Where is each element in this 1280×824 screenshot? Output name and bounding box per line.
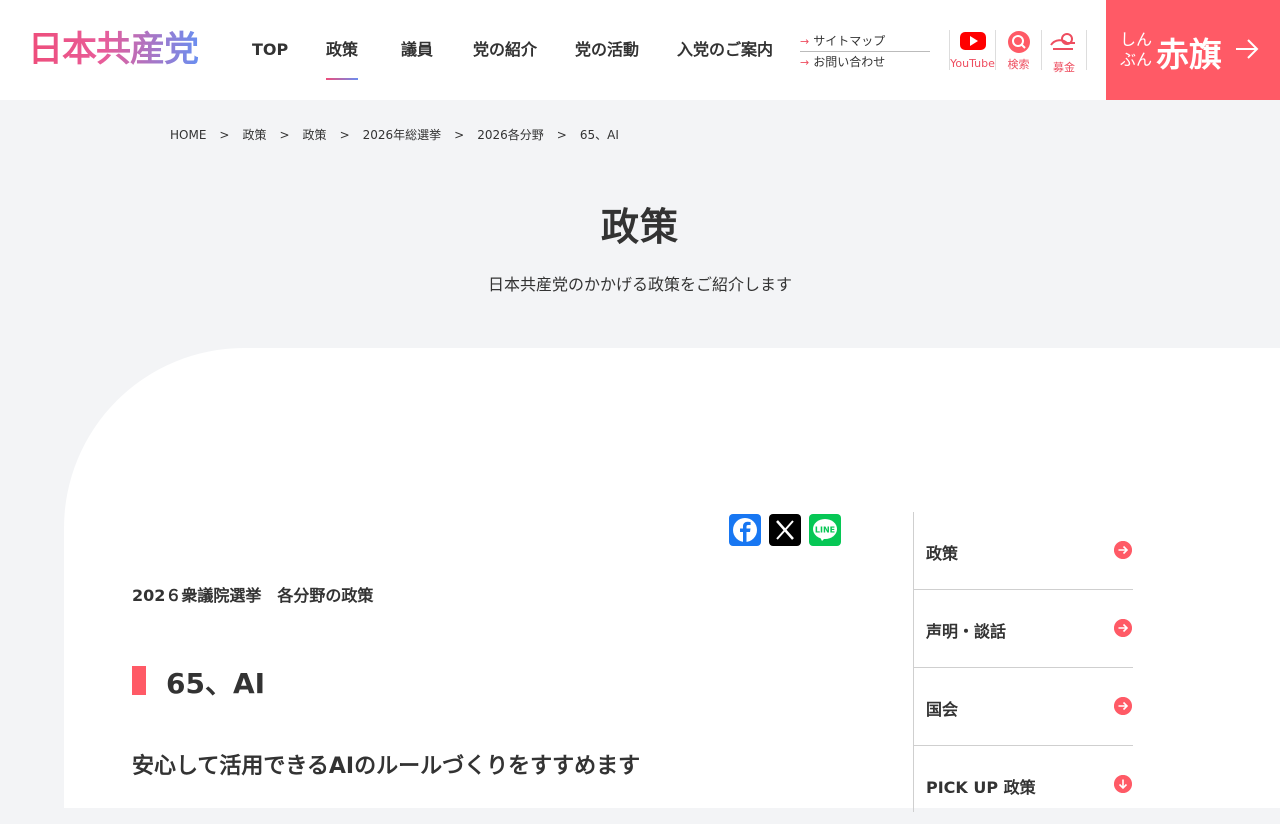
breadcrumb-separator: >: [454, 128, 465, 142]
donation-button[interactable]: 募金: [1041, 30, 1087, 74]
sidebar-item-pickup[interactable]: PICK UP 政策: [914, 746, 1133, 824]
sidebar-item-label: 声明・談話: [926, 622, 1007, 641]
search-button[interactable]: 検索: [995, 30, 1041, 71]
heading-accent-bar: [132, 666, 146, 695]
nav-item-about[interactable]: 党の紹介: [473, 38, 537, 62]
arrow-right-icon: →: [800, 56, 810, 69]
breadcrumb-item[interactable]: 2026各分野: [477, 128, 544, 142]
nav-item-activities[interactable]: 党の活動: [575, 38, 639, 62]
arrow-right-circle-icon: [1114, 697, 1132, 715]
arrow-right-icon: [1236, 39, 1259, 59]
header-sub-links: → サイトマップ → お問い合わせ: [800, 32, 930, 72]
page-title: 政策: [600, 205, 679, 249]
nav-item-join[interactable]: 入党のご案内: [677, 38, 773, 62]
sidebar-item-diet[interactable]: 国会: [914, 668, 1133, 746]
divider: [800, 51, 930, 52]
akahata-big-text: 赤旗: [1156, 35, 1222, 74]
sitemap-link-label: サイトマップ: [813, 34, 886, 48]
sidebar-item-label: 政策: [926, 544, 959, 563]
arrow-down-circle-icon: [1114, 775, 1132, 793]
nav-item-members[interactable]: 議員: [401, 38, 433, 62]
x-share-button[interactable]: [769, 514, 801, 546]
sidebar-item-label: PICK UP 政策: [926, 778, 1036, 797]
line-share-button[interactable]: LINE: [809, 514, 841, 546]
breadcrumb-current: 65、AI: [579, 128, 619, 142]
facebook-share-button[interactable]: [729, 514, 761, 546]
x-icon: [776, 520, 794, 540]
article-intro: 202６衆議院選挙 各分野の政策: [132, 586, 374, 605]
facebook-icon: [733, 518, 757, 542]
arrow-right-circle-icon: [1114, 619, 1132, 637]
breadcrumb-item[interactable]: 政策: [303, 128, 327, 142]
contact-link[interactable]: → お問い合わせ: [800, 53, 930, 72]
youtube-label: YouTube: [950, 57, 995, 70]
sidebar-item-statements[interactable]: 声明・談話: [914, 590, 1133, 668]
akahata-banner[interactable]: しんぶん 赤旗: [1106, 0, 1280, 100]
breadcrumb-separator: >: [279, 128, 290, 142]
nav-item-top[interactable]: TOP: [252, 38, 288, 62]
article-heading: 65、AI: [166, 667, 266, 700]
sidebar-menu: 政策 声明・談話 国会 PICK UP 政策: [913, 512, 1133, 812]
sidebar-item-label: 国会: [926, 700, 959, 719]
breadcrumb-separator: >: [556, 128, 567, 142]
akahata-small-text: しんぶん: [1120, 30, 1153, 69]
arrow-right-icon: →: [800, 35, 810, 48]
site-header: 日本共産党 TOP 政策 議員 党の紹介 党の活動 入党のご案内 → サイトマップ…: [0, 0, 1280, 100]
youtube-icon: [959, 32, 986, 50]
donation-label: 募金: [1053, 61, 1075, 74]
breadcrumb-separator: >: [219, 128, 230, 142]
contact-link-label: お問い合わせ: [813, 55, 886, 69]
youtube-button[interactable]: YouTube: [949, 30, 995, 70]
svg-text:LINE: LINE: [815, 526, 835, 535]
sidebar-item-policy[interactable]: 政策: [914, 512, 1133, 590]
page-subtitle: 日本共産党のかかげる政策をご紹介します: [487, 275, 792, 294]
line-icon: LINE: [813, 519, 837, 541]
breadcrumb-item[interactable]: 2026年総選挙: [363, 128, 442, 142]
breadcrumb: HOME > 政策 > 政策 >2026年総選挙 >2026各分野 >65、AI: [170, 126, 619, 143]
sitemap-link[interactable]: → サイトマップ: [800, 32, 930, 51]
article-subheading: 安心して活用できるAIのルールづくりをすすめます: [132, 754, 641, 779]
breadcrumb-item[interactable]: 政策: [242, 128, 266, 142]
search-icon: [1007, 31, 1030, 53]
arrow-right-circle-icon: [1114, 541, 1132, 559]
breadcrumb-item[interactable]: HOME: [170, 128, 206, 142]
nav-item-policy[interactable]: 政策: [326, 38, 359, 80]
breadcrumb-separator: >: [339, 128, 350, 142]
site-logo[interactable]: 日本共産党: [28, 30, 199, 70]
donation-icon: [1050, 33, 1075, 50]
search-label: 検索: [1007, 58, 1030, 71]
